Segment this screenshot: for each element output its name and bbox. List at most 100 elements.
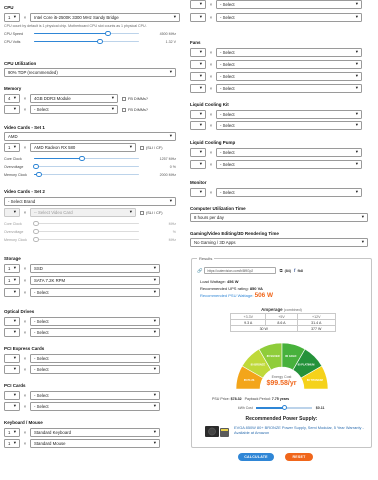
video1-ov-slider[interactable]: Overvoltage 0 % — [4, 163, 176, 170]
memory-count-select[interactable]: ▾ — [4, 105, 20, 114]
sli-checkbox[interactable] — [140, 210, 144, 215]
reset-button[interactable]: RESET — [285, 453, 313, 461]
mouse-select[interactable]: Standard Mouse ▾ — [30, 439, 160, 448]
kbm-count-select[interactable]: 1 ▾ — [4, 439, 20, 448]
liquid-kit-select[interactable]: - Select ▾ — [216, 110, 362, 119]
optical-count-select[interactable]: ▾ — [4, 328, 20, 337]
chevron-down-icon: ▾ — [13, 403, 16, 409]
kwh-slider-handle[interactable] — [281, 405, 287, 411]
fans-select[interactable]: - Select ▾ — [216, 60, 362, 69]
slider-track[interactable] — [34, 155, 139, 162]
slider-track[interactable] — [34, 30, 139, 37]
memory-count-select[interactable]: 4 ▾ — [4, 94, 20, 103]
kwh-slider-track[interactable] — [255, 405, 312, 411]
video2-brand-select[interactable]: - Select Brand ▾ — [4, 197, 176, 206]
liquid-pump-count-select[interactable]: ▾ — [190, 148, 206, 157]
monitor-count-select[interactable]: ▾ — [190, 188, 206, 197]
sli-checkbox[interactable] — [140, 145, 144, 150]
keyboard-select[interactable]: Standard Keyboard ▾ — [30, 428, 160, 437]
slider-handle[interactable] — [33, 220, 39, 227]
video2-count-select[interactable]: ▾ — [4, 208, 20, 217]
pci-select[interactable]: - Select ▾ — [30, 391, 160, 400]
storage-count-select[interactable]: 1 ▾ — [4, 264, 20, 273]
fans-count-select[interactable]: ▾ — [190, 60, 206, 69]
cpu-volts-slider[interactable]: CPU Volts 1.32 V — [4, 38, 176, 45]
memory-module-select[interactable]: - Select ▾ — [30, 105, 118, 114]
storage-type-select[interactable]: SSD ▾ — [30, 264, 160, 273]
pci-express-select[interactable]: - Select ▾ — [30, 354, 160, 363]
fans-select[interactable]: - Select ▾ — [216, 72, 362, 81]
component-select[interactable]: - Select ▾ — [216, 0, 362, 9]
liquid-pump-select[interactable]: - Select ▾ — [216, 148, 362, 157]
component-select[interactable]: - Select ▾ — [216, 13, 362, 22]
share-link-field[interactable]: https://outervision.com/b/8l9Gp2 — [204, 267, 277, 274]
recommended-psu-link[interactable]: EVGA 850W 80+ BRONZE Power Supply, Semi … — [234, 425, 366, 435]
slider-track[interactable] — [34, 171, 139, 178]
count-select[interactable]: ▾ — [190, 13, 206, 22]
video2-model-select[interactable]: -- Select Video Card ▾ — [30, 208, 136, 217]
slider-handle[interactable] — [79, 155, 85, 162]
slider-handle[interactable] — [105, 30, 111, 37]
slider-track[interactable] — [34, 38, 139, 45]
video1-model-select[interactable]: AMD Radeon RX 580 ▾ — [30, 143, 136, 152]
fans-select[interactable]: - Select ▾ — [216, 84, 362, 93]
liquid-pump-select[interactable]: - Select ▾ — [216, 160, 362, 169]
liquid-kit-count-select[interactable]: ▾ — [190, 110, 206, 119]
storage-type-select[interactable]: - Select ▾ — [30, 288, 160, 297]
cpu-speed-slider[interactable]: CPU Speed 4500 MHz — [4, 30, 176, 37]
liquid-pump-count-select[interactable]: ▾ — [190, 160, 206, 169]
pci-express-count-select[interactable]: ▾ — [4, 365, 20, 374]
video1-count-select[interactable]: 1 ▾ — [4, 143, 20, 152]
storage-count-select[interactable]: ▾ — [4, 288, 20, 297]
fans-row: ▾ × - Select ▾ — [190, 84, 362, 93]
optical-select[interactable]: - Select ▾ — [30, 317, 160, 326]
video2-mem-slider[interactable]: Memory Clock MHz — [4, 236, 176, 243]
slider-handle[interactable] — [36, 171, 42, 178]
fans-count-select[interactable]: ▾ — [190, 84, 206, 93]
slider-track[interactable] — [33, 228, 139, 235]
slider-track[interactable] — [33, 236, 139, 243]
fans-count-select[interactable]: ▾ — [190, 72, 206, 81]
optical-count-select[interactable]: ▾ — [4, 317, 20, 326]
liquid-kit-count-select[interactable]: ▾ — [190, 121, 206, 130]
kbm-count-select[interactable]: 1 ▾ — [4, 428, 20, 437]
pci-select[interactable]: - Select ▾ — [30, 402, 160, 411]
calculate-button[interactable]: CALCULATE — [238, 453, 274, 461]
slider-track[interactable] — [33, 163, 139, 170]
storage-count-select[interactable]: 1 ▾ — [4, 276, 20, 285]
fans-select[interactable]: - Select ▾ — [216, 48, 362, 57]
cpu-count-select[interactable]: 1 ▾ — [4, 13, 20, 22]
pci-express-select[interactable]: - Select ▾ — [30, 365, 160, 374]
memory-module-select[interactable]: 4GB DDR3 Module ▾ — [30, 94, 118, 103]
pci-count-select[interactable]: ▾ — [4, 391, 20, 400]
video1-core-slider[interactable]: Core Clock 1257 MHz — [4, 155, 176, 162]
liquid-kit-select[interactable]: - Select ▾ — [216, 121, 362, 130]
optical-select[interactable]: - Select ▾ — [30, 328, 160, 337]
fb-dimm-checkbox[interactable] — [122, 96, 126, 101]
copy-icon[interactable]: ⧉ — [279, 268, 282, 273]
gaming-select[interactable]: No Gaming / 3D Apps ▾ — [190, 238, 368, 247]
cpu-util-select[interactable]: 90% TDP (recommended) ▾ — [4, 68, 176, 77]
cpu-model-select[interactable]: Intel Core i5-2500K 3300 MHz Sandy Bridg… — [30, 13, 180, 22]
slider-handle[interactable] — [33, 163, 39, 170]
slider-handle[interactable] — [33, 236, 39, 243]
kwh-cost-slider[interactable]: kWh Cost $0.11 — [238, 405, 325, 411]
slider-track[interactable] — [33, 220, 139, 227]
video2-ov-slider[interactable]: Overvoltage % — [4, 228, 176, 235]
facebook-icon[interactable]: f — [294, 268, 295, 273]
video2-core-slider[interactable]: Core Clock MHz — [4, 220, 176, 227]
slider-value: 1.32 V — [165, 39, 176, 44]
computer-util-select[interactable]: 8 hours per day ▾ — [190, 213, 368, 222]
monitor-select[interactable]: - Select ▾ — [216, 188, 362, 197]
video1-brand-select[interactable]: AMD ▾ — [4, 132, 176, 141]
count-select[interactable]: ▾ — [190, 0, 206, 9]
fans-count-select[interactable]: ▾ — [190, 48, 206, 57]
slider-handle[interactable] — [33, 228, 39, 235]
power-supply-image[interactable] — [204, 424, 230, 439]
storage-type-select[interactable]: SATA 7.2K RPM ▾ — [30, 276, 160, 285]
fb-dimm-checkbox[interactable] — [122, 107, 126, 112]
pci-count-select[interactable]: ▾ — [4, 402, 20, 411]
slider-handle[interactable] — [97, 38, 103, 45]
pci-express-count-select[interactable]: ▾ — [4, 354, 20, 363]
video1-mem-slider[interactable]: Memory Clock 2000 MHz — [4, 171, 176, 178]
